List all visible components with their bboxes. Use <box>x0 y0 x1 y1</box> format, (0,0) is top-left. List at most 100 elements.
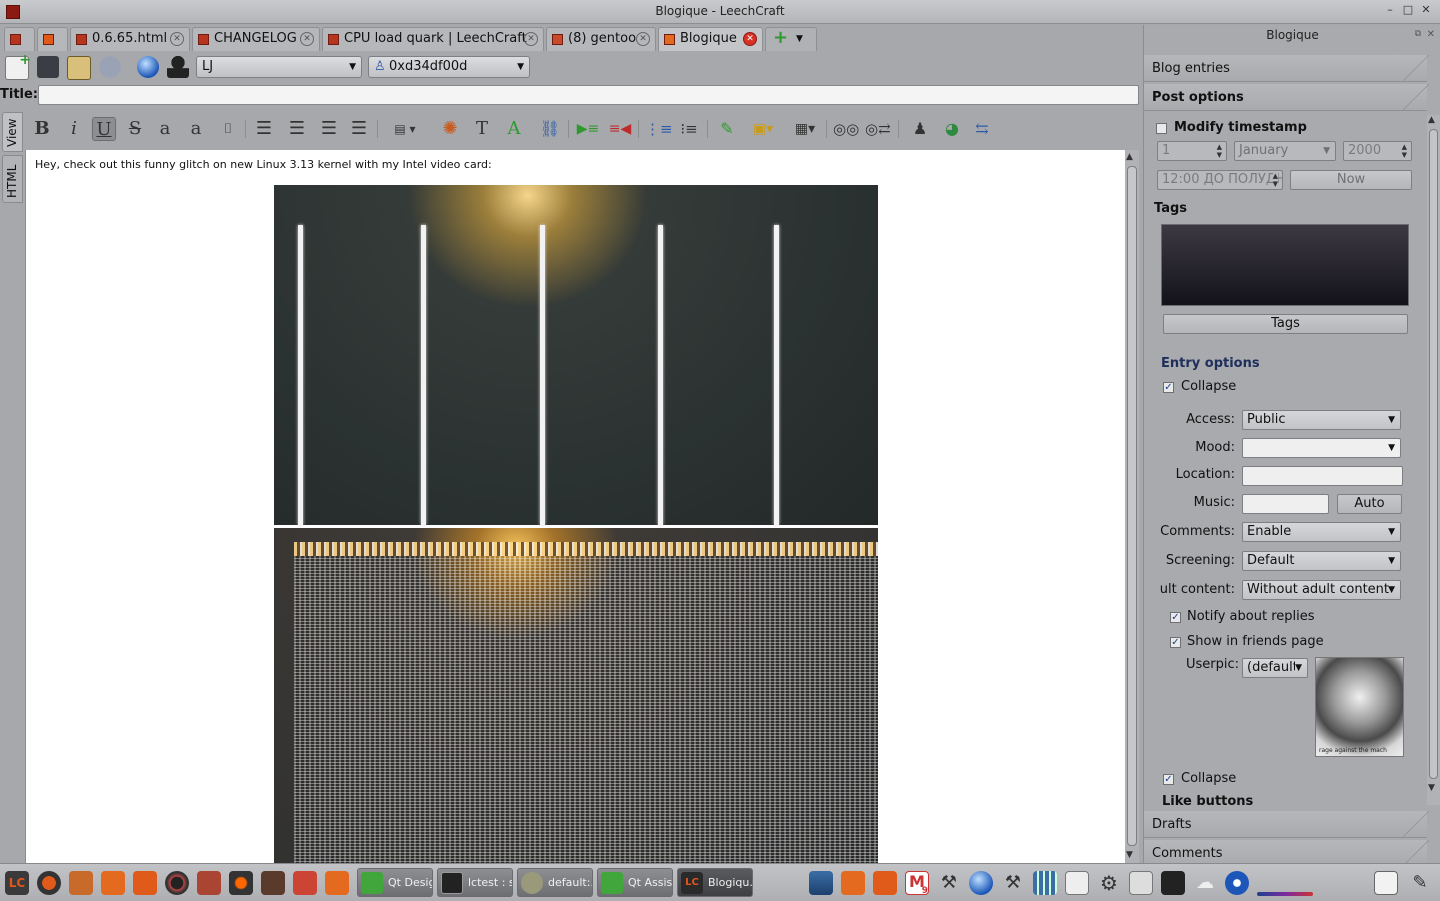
adult-content-select[interactable]: Without adult content ▼ <box>1242 580 1401 600</box>
font-size-icon[interactable]: A <box>502 117 526 141</box>
insert-user-icon[interactable]: ♟ <box>908 117 932 141</box>
task-terminal[interactable]: lctest : s... <box>437 868 513 897</box>
tags-cloud[interactable] <box>1161 224 1409 306</box>
align-left-icon[interactable]: ☰ <box>252 117 276 141</box>
post-editor[interactable]: Hey, check out this funny glitch on new … <box>25 150 1126 863</box>
align-center-icon[interactable]: ☰ <box>285 117 309 141</box>
calendar-icon[interactable] <box>1033 871 1057 895</box>
launcher-icon[interactable] <box>293 871 317 895</box>
section-post-options[interactable]: Post options <box>1144 84 1429 111</box>
tools-icon[interactable]: ⚒ <box>937 871 961 895</box>
scroll-down-icon[interactable]: ▼ <box>1126 850 1133 860</box>
color-icon[interactable]: ✺ <box>438 117 462 141</box>
minimize-icon[interactable]: – <box>1383 3 1397 17</box>
accounts-icon[interactable] <box>167 56 189 78</box>
chevron-down-icon[interactable]: ▼ <box>796 28 803 50</box>
indent-icon[interactable]: ▶≡ <box>576 117 600 141</box>
insert-community-icon[interactable]: ◕ <box>940 117 964 141</box>
tab-html-file[interactable]: 0.6.65.html ✕ <box>70 27 190 51</box>
save-draft-icon[interactable] <box>67 56 91 80</box>
paragraph-style-dropdown[interactable]: ▤ ▾ <box>385 117 425 141</box>
year-spinbox[interactable]: 2000 ▲ ▼ <box>1343 141 1412 161</box>
launcher-icon[interactable] <box>165 871 189 895</box>
userpic-select[interactable]: (default) ▼ <box>1242 658 1308 678</box>
notes-list-icon[interactable] <box>1065 871 1089 895</box>
editor-scrollbar[interactable]: ▲ ▼ <box>1125 150 1139 863</box>
leechcraft-launcher-icon[interactable]: LC <box>5 871 29 895</box>
mood-select[interactable]: ▼ <box>1242 438 1401 458</box>
numbered-list-icon[interactable]: ⋮≡ <box>645 117 673 141</box>
find-icon[interactable]: ◎◎ <box>833 117 859 141</box>
day-spinbox[interactable]: 1 ▲ ▼ <box>1157 141 1227 161</box>
align-justify-icon[interactable]: ☰ <box>347 117 371 141</box>
mail-icon[interactable]: M 9 <box>905 871 929 896</box>
dock-close-icon[interactable]: ✕ <box>1427 29 1435 40</box>
launcher-icon[interactable] <box>325 871 349 895</box>
notes-icon[interactable] <box>841 871 865 895</box>
replace-icon[interactable]: ◎⇄ <box>865 117 891 141</box>
submit-icon[interactable] <box>99 56 121 78</box>
notify-replies-checkbox[interactable]: ✓ <box>1170 612 1181 623</box>
launcher-icon[interactable] <box>37 871 61 895</box>
location-input[interactable] <box>1242 466 1403 486</box>
auto-button[interactable]: Auto <box>1337 494 1402 514</box>
account-select[interactable]: ♙ 0xd34df00d ▼ <box>368 56 530 78</box>
close-icon[interactable]: ✕ <box>1419 3 1433 17</box>
tab-lc-home[interactable] <box>4 27 35 51</box>
scroll-up-icon[interactable]: ▲ <box>1126 152 1133 162</box>
tab-close-icon[interactable]: ✕ <box>524 32 538 46</box>
music-input[interactable] <box>1242 494 1329 514</box>
media-launcher-icon[interactable] <box>133 871 157 895</box>
outdent-icon[interactable]: ≡◀ <box>608 117 632 141</box>
pencil-icon[interactable]: ✎ <box>1408 871 1432 895</box>
post-title-input[interactable] <box>38 85 1139 105</box>
time-spinbox[interactable]: 12:00 ДО ПОЛУДН ▲ ▼ <box>1157 170 1283 190</box>
launcher-icon[interactable] <box>229 871 253 895</box>
network-icon[interactable] <box>969 871 993 895</box>
clipboard-icon[interactable] <box>1129 871 1153 895</box>
gear-icon[interactable]: ⚙ <box>1097 871 1121 895</box>
tab-media[interactable] <box>37 27 68 51</box>
access-select[interactable]: Public ▼ <box>1242 410 1401 430</box>
scrollbar-thumb[interactable] <box>1429 129 1438 779</box>
task-qt-designer[interactable]: Qt Desig... <box>357 868 433 897</box>
task-default[interactable]: default:... <box>517 868 593 897</box>
scrollbar-thumb[interactable] <box>1127 166 1137 846</box>
side-tab-view[interactable]: View <box>2 112 23 152</box>
code-button[interactable]: ⌷ <box>216 117 240 141</box>
insert-table-icon[interactable]: ▦▾ <box>788 117 822 141</box>
task-qt-assistant[interactable]: Qt Assis... <box>597 868 673 897</box>
like-collapse-checkbox[interactable]: ✓ <box>1163 774 1174 785</box>
clipboard-icon[interactable] <box>1374 871 1398 895</box>
underline-button[interactable]: U <box>92 117 116 141</box>
service-select[interactable]: LJ ▼ <box>196 56 362 78</box>
entry-collapse-checkbox[interactable]: ✓ <box>1163 382 1174 393</box>
post-body-text[interactable]: Hey, check out this funny glitch on new … <box>35 158 492 171</box>
open-in-browser-icon[interactable] <box>137 56 159 78</box>
bold-button[interactable]: B <box>30 117 54 141</box>
superscript-button[interactable]: a <box>184 117 208 141</box>
scroll-down-icon[interactable]: ▼ <box>1428 783 1435 793</box>
tab-close-icon[interactable]: ✕ <box>300 32 314 46</box>
insert-image-icon[interactable]: ▣▾ <box>746 117 780 141</box>
tab-close-icon[interactable]: ✕ <box>743 32 757 46</box>
section-blog-entries[interactable]: Blog entries <box>1144 55 1429 82</box>
cpu-load-icon[interactable] <box>1161 871 1185 895</box>
now-button[interactable]: Now <box>1290 170 1412 190</box>
save-icon[interactable] <box>37 56 59 78</box>
desktop-icon[interactable] <box>809 871 833 895</box>
tab-gentoo[interactable]: (8) gentoo ✕ <box>546 27 656 51</box>
tab-close-icon[interactable]: ✕ <box>170 32 184 46</box>
insert-rule-icon[interactable]: ✎ <box>715 117 739 141</box>
strikethrough-button[interactable]: S <box>123 117 147 141</box>
tab-blogique[interactable]: Blogique ✕ <box>658 27 763 51</box>
tab-changelog[interactable]: CHANGELOG ✕ <box>192 27 320 51</box>
tools-icon[interactable]: ⚒ <box>1001 871 1025 895</box>
comments-select[interactable]: Enable ▼ <box>1242 522 1401 542</box>
tab-cpu-load[interactable]: CPU load quark | LeechCraft ✕ <box>322 27 544 51</box>
side-tab-html[interactable]: HTML <box>2 155 23 203</box>
modify-timestamp-checkbox[interactable] <box>1156 123 1167 134</box>
info-icon[interactable] <box>1225 871 1249 895</box>
tags-button[interactable]: Tags <box>1163 314 1408 334</box>
month-select[interactable]: January ▼ <box>1234 141 1336 161</box>
